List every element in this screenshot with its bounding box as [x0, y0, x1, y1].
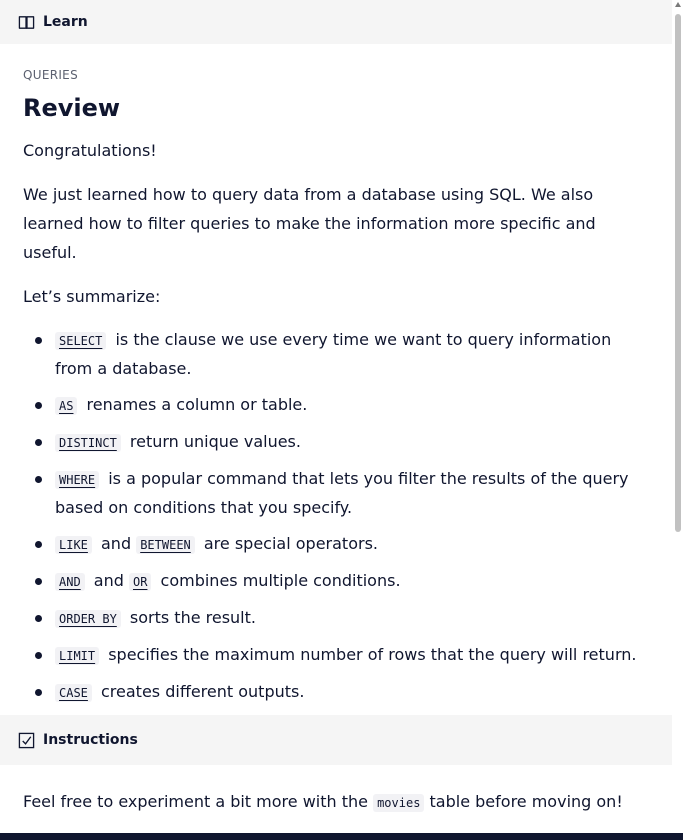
summary-item: CASE creates different outputs.: [23, 678, 653, 707]
instructions-text-after: table before moving on!: [429, 792, 623, 811]
code-keyword[interactable]: BETWEEN: [136, 536, 195, 554]
summary-item: AND and OR combines multiple conditions.: [23, 567, 653, 596]
scrollbar[interactable]: [672, 0, 683, 840]
code-keyword[interactable]: CASE: [55, 684, 92, 702]
summary-item-text: is the clause we use every time we want …: [55, 330, 612, 378]
lesson-title: Review: [23, 94, 121, 122]
item-joiner: and: [93, 571, 124, 590]
scrollbar-thumb[interactable]: [675, 14, 681, 532]
bullet-icon: [35, 476, 42, 483]
instructions-header-label: Instructions: [43, 732, 138, 748]
summary-item: AS renames a column or table.: [23, 391, 653, 420]
summary-item-text: specifies the maximum number of rows tha…: [108, 645, 637, 664]
bullet-icon: [35, 402, 42, 409]
scroll-up-arrow-icon[interactable]: [675, 2, 681, 7]
summary-item-text: return unique values.: [129, 432, 301, 451]
code-keyword[interactable]: LIMIT: [55, 647, 100, 665]
instructions-text-before: Feel free to experiment a bit more with …: [23, 792, 368, 811]
summary-item-text: renames a column or table.: [86, 395, 308, 414]
lesson-content: QUERIES Review Congratulations! We just …: [23, 68, 653, 715]
summary-item: DISTINCT return unique values.: [23, 428, 653, 457]
lesson-intro: Congratulations!: [23, 141, 157, 160]
summary-item: LIKE and BETWEEN are special operators.: [23, 530, 653, 559]
checkbox-icon: [18, 732, 35, 748]
item-joiner: and: [101, 534, 132, 553]
summary-item-text: are special operators.: [203, 534, 378, 553]
learn-panel: Learn QUERIES Review Congratulations! We…: [0, 0, 672, 840]
bullet-icon: [35, 439, 42, 446]
lesson-paragraph: We just learned how to query data from a…: [23, 185, 596, 262]
bullet-icon: [35, 578, 42, 585]
code-keyword[interactable]: LIKE: [55, 536, 92, 554]
summary-item: WHERE is a popular command that lets you…: [23, 465, 653, 522]
bullet-icon: [35, 541, 42, 548]
learn-header-label: Learn: [43, 14, 88, 30]
bullet-icon: [35, 689, 42, 696]
summary-item-text: is a popular command that lets you filte…: [55, 469, 629, 517]
bottom-bar: [0, 833, 683, 840]
learn-header[interactable]: Learn: [0, 0, 672, 44]
bullet-icon: [35, 652, 42, 659]
summary-lead: Let’s summarize:: [23, 287, 161, 306]
code-keyword[interactable]: SELECT: [55, 332, 107, 350]
summary-item-text: creates different outputs.: [101, 682, 305, 701]
summary-list: SELECT is the clause we use every time w…: [23, 326, 653, 707]
bullet-icon: [35, 615, 42, 622]
summary-item-text: sorts the result.: [129, 608, 256, 627]
code-movies: movies: [373, 794, 425, 812]
code-keyword[interactable]: OR: [128, 573, 152, 591]
lesson-eyebrow: QUERIES: [23, 68, 78, 82]
code-keyword[interactable]: AND: [55, 573, 85, 591]
summary-item: LIMIT specifies the maximum number of ro…: [23, 641, 653, 670]
code-keyword[interactable]: DISTINCT: [55, 434, 121, 452]
instructions-text: Feel free to experiment a bit more with …: [23, 788, 623, 817]
code-keyword[interactable]: AS: [55, 397, 78, 415]
code-keyword[interactable]: WHERE: [55, 471, 100, 489]
summary-item: SELECT is the clause we use every time w…: [23, 326, 653, 383]
bullet-icon: [35, 337, 42, 344]
summary-item-text: combines multiple conditions.: [160, 571, 401, 590]
instructions-header[interactable]: Instructions: [0, 715, 672, 765]
book-icon: [18, 15, 35, 29]
summary-item: ORDER BY sorts the result.: [23, 604, 653, 633]
code-keyword[interactable]: ORDER BY: [55, 610, 121, 628]
